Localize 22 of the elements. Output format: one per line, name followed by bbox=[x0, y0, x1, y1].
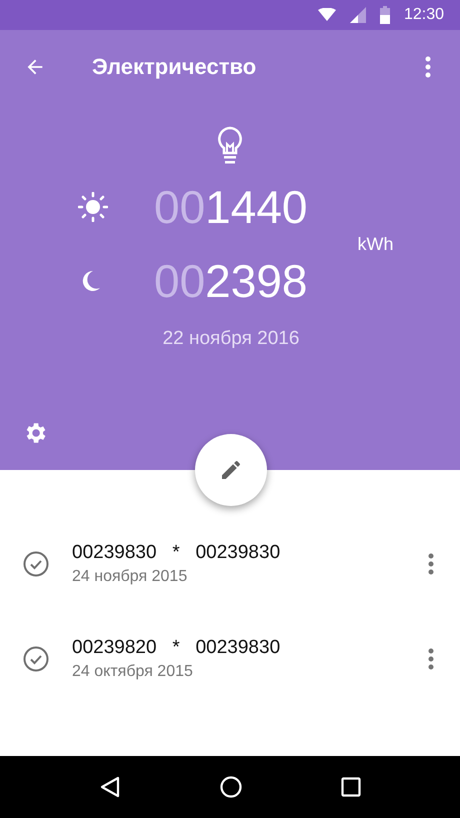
pencil-icon bbox=[219, 458, 243, 482]
history-date: 24 октября 2015 bbox=[72, 663, 194, 681]
recents-nav-icon[interactable] bbox=[340, 777, 361, 797]
unit-label: kWh bbox=[358, 234, 394, 254]
history-date: 24 ноября 2015 bbox=[72, 568, 188, 586]
status-time: 12:30 bbox=[404, 6, 444, 24]
check-circle-icon bbox=[23, 646, 49, 672]
reading-date: 22 ноября 2016 bbox=[162, 328, 300, 350]
meter-reading: 002398 bbox=[154, 258, 308, 304]
history-values: 00239820 * 00239830 bbox=[72, 637, 282, 659]
signal-icon bbox=[350, 7, 366, 23]
toolbar-title: Электричество bbox=[92, 54, 258, 80]
back-nav-icon[interactable] bbox=[99, 776, 122, 798]
check-circle-icon bbox=[23, 551, 49, 577]
edit-button[interactable] bbox=[195, 434, 267, 506]
battery-icon bbox=[380, 6, 390, 24]
lightbulb-icon bbox=[216, 126, 244, 166]
sun-icon bbox=[78, 192, 108, 222]
meter-reading: 001440 bbox=[154, 184, 308, 230]
history-values: 00239830 * 00239830 bbox=[72, 542, 282, 564]
wifi-icon bbox=[318, 8, 336, 22]
home-nav-icon[interactable] bbox=[220, 776, 242, 798]
